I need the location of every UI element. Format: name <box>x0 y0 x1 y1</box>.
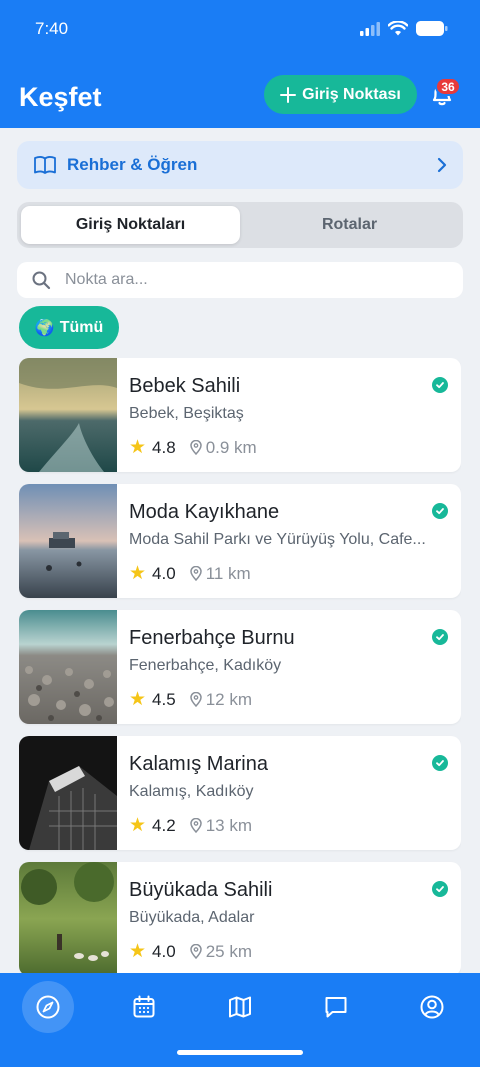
tab-explore[interactable] <box>22 981 74 1033</box>
segment-control: Giriş Noktaları Rotalar <box>17 202 463 248</box>
spot-list: Bebek Sahili Bebek, Beşiktaş ★ 4.8 0.9 k… <box>19 358 461 973</box>
add-entry-point-label: Giriş Noktası <box>302 85 401 103</box>
spot-photo <box>19 862 117 973</box>
spot-meta: ★ 4.5 12 km <box>129 688 252 711</box>
spot-rating: 4.2 <box>152 815 176 835</box>
star-icon: ★ <box>129 437 147 458</box>
battery-icon <box>416 21 448 36</box>
spot-name: Bebek Sahili <box>129 375 241 397</box>
home-indicator <box>177 1050 303 1055</box>
spot-card[interactable]: Kalamış Marina Kalamış, Kadıköy ★ 4.2 13… <box>19 736 461 850</box>
page-title: Keşfet <box>19 82 102 112</box>
search-input[interactable]: Nokta ara... <box>65 271 148 289</box>
location-pin-icon <box>189 818 202 833</box>
verified-icon <box>432 377 448 393</box>
verified-icon <box>432 503 448 519</box>
spot-name: Moda Kayıkhane <box>129 501 280 523</box>
spot-rating: 4.8 <box>152 437 176 457</box>
star-icon: ★ <box>129 563 147 584</box>
location-pin-icon <box>189 692 202 707</box>
location-pin-icon <box>189 440 202 455</box>
filter-chip-all[interactable]: 🌍 Tümü <box>19 306 119 349</box>
spot-location: Fenerbahçe, Kadıköy <box>129 657 282 674</box>
spot-meta: ★ 4.0 11 km <box>129 562 251 585</box>
search-bar[interactable]: Nokta ara... <box>17 262 463 298</box>
spot-card[interactable]: Moda Kayıkhane Moda Sahil Parkı ve Yürüy… <box>19 484 461 598</box>
verified-icon <box>432 755 448 771</box>
spot-rating: 4.5 <box>152 689 176 709</box>
spot-photo <box>19 484 117 598</box>
spot-distance: 11 km <box>205 563 251 583</box>
spot-card[interactable]: Fenerbahçe Burnu Fenerbahçe, Kadıköy ★ 4… <box>19 610 461 724</box>
signal-icon <box>360 21 380 36</box>
spot-name: Büyükada Sahili <box>129 879 273 901</box>
spot-photo <box>19 610 117 724</box>
star-icon: ★ <box>129 689 147 710</box>
spot-location: Büyükada, Adalar <box>129 909 255 926</box>
app-header: 7:40 Keşfet Giriş Noktası 36 <box>0 0 480 128</box>
status-icons <box>360 21 448 36</box>
search-icon <box>32 271 51 290</box>
verified-icon <box>432 629 448 645</box>
tab-calendar[interactable] <box>118 981 170 1033</box>
spot-location: Moda Sahil Parkı ve Yürüyüş Yolu, Cafe..… <box>129 531 426 548</box>
calendar-icon <box>133 995 155 1018</box>
guide-label: Rehber & Öğren <box>67 155 198 174</box>
spot-distance: 0.9 km <box>205 437 257 457</box>
tab-routes[interactable]: Rotalar <box>240 206 459 244</box>
plus-icon <box>280 86 297 103</box>
spot-rating: 4.0 <box>152 563 176 583</box>
profile-icon <box>420 995 444 1019</box>
wifi-icon <box>388 21 408 36</box>
star-icon: ★ <box>129 815 147 836</box>
spot-card[interactable]: Bebek Sahili Bebek, Beşiktaş ★ 4.8 0.9 k… <box>19 358 461 472</box>
spot-distance: 25 km <box>205 941 252 961</box>
spot-photo <box>19 736 117 850</box>
spot-name: Fenerbahçe Burnu <box>129 627 295 649</box>
globe-icon: 🌍 <box>34 319 55 337</box>
star-icon: ★ <box>129 941 147 962</box>
add-entry-point-button[interactable]: Giriş Noktası <box>264 75 417 114</box>
spot-distance: 13 km <box>205 815 252 835</box>
guide-banner[interactable]: Rehber & Öğren <box>17 141 463 189</box>
spot-meta: ★ 4.2 13 km <box>129 814 252 837</box>
chevron-right-icon <box>437 157 447 173</box>
spot-location: Bebek, Beşiktaş <box>129 405 244 422</box>
tab-map[interactable] <box>214 981 266 1033</box>
filter-chip-label: Tümü <box>59 318 104 336</box>
status-time: 7:40 <box>35 19 69 38</box>
spot-name: Kalamış Marina <box>129 753 268 775</box>
tab-messages[interactable] <box>310 981 362 1033</box>
map-icon <box>229 996 251 1018</box>
tab-entry-points[interactable]: Giriş Noktaları <box>21 206 240 244</box>
spot-rating: 4.0 <box>152 941 176 961</box>
compass-icon <box>36 995 60 1019</box>
notification-badge: 36 <box>435 77 461 96</box>
spot-meta: ★ 4.8 0.9 km <box>129 436 257 459</box>
location-pin-icon <box>189 944 202 959</box>
spot-location: Kalamış, Kadıköy <box>129 783 254 800</box>
tab-profile[interactable] <box>406 981 458 1033</box>
verified-icon <box>432 881 448 897</box>
spot-card[interactable]: Büyükada Sahili Büyükada, Adalar ★ 4.0 2… <box>19 862 461 973</box>
spot-distance: 12 km <box>205 689 252 709</box>
chat-icon <box>325 997 347 1018</box>
spot-meta: ★ 4.0 25 km <box>129 940 252 963</box>
location-pin-icon <box>189 566 202 581</box>
book-icon <box>34 156 56 174</box>
spot-photo <box>19 358 117 472</box>
